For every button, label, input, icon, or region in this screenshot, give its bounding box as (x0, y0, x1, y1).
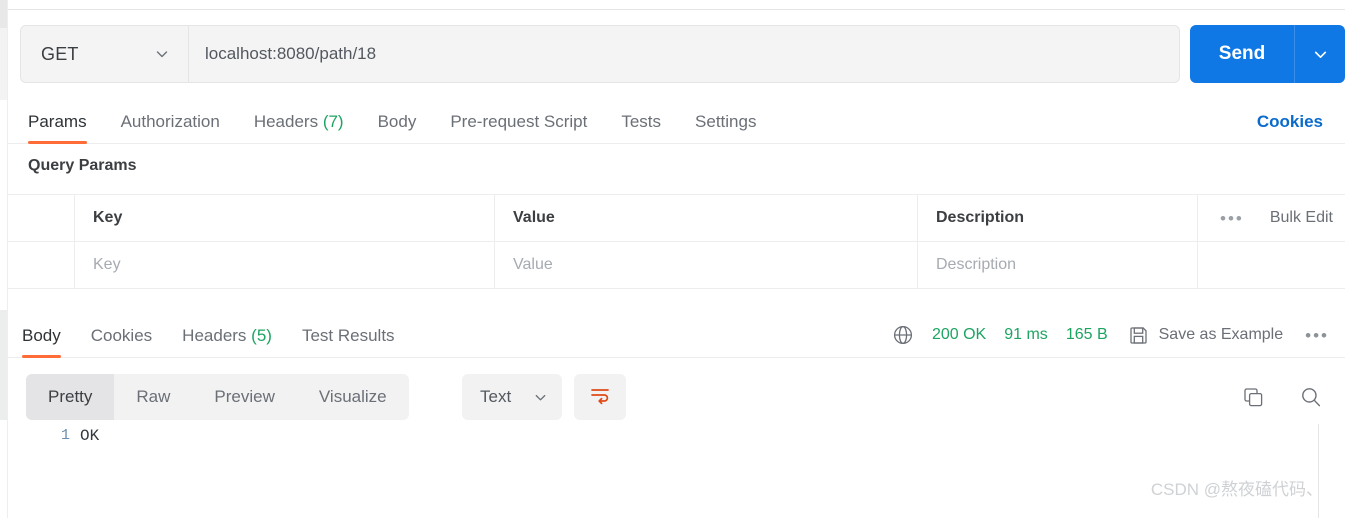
response-tab-cookies-label: Cookies (90, 326, 153, 345)
postman-request-response-panel: GET Send Params Authorization (0, 0, 1345, 518)
search-icon[interactable] (1299, 385, 1323, 409)
tab-body[interactable]: Body (378, 112, 417, 143)
copy-icon[interactable] (1242, 386, 1265, 409)
format-tab-raw-label: Raw (136, 387, 171, 406)
word-wrap-button[interactable] (574, 374, 626, 420)
tab-tests[interactable]: Tests (621, 112, 661, 143)
format-segmented-control: Pretty Raw Preview Visualize (26, 374, 409, 420)
response-time: 91 ms (1004, 326, 1048, 343)
response-status-bar: 200 OK 91 ms 165 B Save as Example ••• (872, 320, 1329, 350)
left-gutter-strip-response (0, 310, 7, 420)
header-checkbox-cell (8, 195, 75, 241)
tab-body-label: Body (377, 112, 417, 131)
request-tabs: Params Authorization Headers (7) Body Pr… (8, 100, 1345, 144)
tab-headers[interactable]: Headers (7) (254, 112, 344, 143)
header-description-cell: Description (918, 195, 1198, 241)
ellipsis-icon[interactable]: ••• (1220, 210, 1244, 227)
viewer-actions (1242, 374, 1323, 420)
tab-settings-label: Settings (695, 112, 757, 131)
response-tab-cookies[interactable]: Cookies (91, 326, 152, 357)
tab-pre-request-script-label: Pre-request Script (450, 112, 588, 131)
description-input-placeholder: Description (936, 256, 1017, 273)
code-line: 1 OK (8, 424, 1345, 448)
query-params-title: Query Params (28, 157, 137, 174)
bulk-edit-button[interactable]: Bulk Edit (1270, 209, 1333, 227)
column-header-description: Description (936, 209, 1025, 226)
response-tab-headers-count: (5) (251, 326, 272, 345)
header-key-cell: Key (75, 195, 495, 241)
format-tab-visualize[interactable]: Visualize (297, 374, 409, 420)
query-params-table: Key Value Description ••• Bulk Edit Key … (8, 194, 1345, 289)
chevron-down-icon (1312, 46, 1329, 63)
chevron-down-icon (154, 46, 170, 62)
status-code: 200 OK (931, 326, 987, 343)
response-tab-headers-label: Headers (182, 326, 247, 345)
response-size: 165 B (1065, 326, 1108, 343)
row-key-cell[interactable]: Key (75, 242, 495, 288)
url-row: GET Send (20, 25, 1345, 83)
tab-headers-label: Headers (253, 112, 319, 131)
method-label: GET (41, 43, 79, 64)
format-tab-raw[interactable]: Raw (114, 374, 192, 420)
table-tools-cell: ••• Bulk Edit (1198, 195, 1345, 241)
response-tab-body[interactable]: Body (22, 326, 61, 358)
row-description-cell[interactable]: Description (918, 242, 1198, 288)
tab-pre-request-script[interactable]: Pre-request Script (450, 112, 587, 143)
table-row[interactable]: Key Value Description (8, 241, 1345, 289)
format-tab-visualize-label: Visualize (318, 387, 387, 406)
key-input-placeholder: Key (93, 256, 121, 273)
content-type-select[interactable]: Text (462, 374, 562, 420)
top-divider (8, 9, 1345, 10)
tab-params[interactable]: Params (28, 112, 87, 144)
response-tab-body-label: Body (22, 326, 61, 345)
send-label: Send (1218, 43, 1266, 64)
send-button-main[interactable]: Send (1190, 25, 1295, 83)
column-header-value: Value (513, 209, 555, 226)
globe-icon[interactable] (892, 324, 914, 346)
format-tab-pretty[interactable]: Pretty (26, 374, 115, 420)
format-tab-pretty-label: Pretty (48, 387, 93, 406)
tab-tests-label: Tests (621, 112, 662, 131)
row-tools-cell (1198, 242, 1345, 288)
tab-params-label: Params (28, 112, 87, 131)
save-as-example-button[interactable]: Save as Example (1159, 326, 1284, 344)
chevron-down-icon (533, 390, 548, 405)
url-box: GET (20, 25, 1180, 83)
row-value-cell[interactable]: Value (495, 242, 918, 288)
save-icon[interactable] (1128, 325, 1149, 346)
watermark: CSDN @熬夜磕代码、 (1150, 480, 1323, 499)
tab-authorization[interactable]: Authorization (121, 112, 220, 143)
response-format-toolbar: Pretty Raw Preview Visualize Text (8, 374, 1345, 420)
method-selector[interactable]: GET (21, 26, 189, 82)
line-content: OK (80, 427, 100, 445)
response-body-viewer[interactable]: 1 OK (8, 424, 1345, 518)
cookies-link[interactable]: Cookies (1257, 112, 1323, 132)
send-dropdown-button[interactable] (1295, 25, 1345, 83)
url-input[interactable] (189, 26, 1179, 82)
column-header-key: Key (93, 209, 123, 226)
response-tab-headers[interactable]: Headers (5) (182, 326, 272, 357)
format-tab-preview[interactable]: Preview (192, 374, 296, 420)
tab-headers-count: (7) (322, 112, 344, 131)
left-gutter-strip-top (0, 0, 7, 28)
ellipsis-icon[interactable]: ••• (1305, 327, 1329, 344)
viewer-divider (1318, 424, 1319, 518)
response-tab-test-results-label: Test Results (301, 326, 395, 345)
word-wrap-icon (589, 385, 611, 410)
content-type-label: Text (480, 387, 512, 406)
table-header-row: Key Value Description ••• Bulk Edit (8, 194, 1345, 241)
send-button[interactable]: Send (1190, 25, 1345, 83)
row-checkbox-cell[interactable] (8, 242, 75, 288)
header-value-cell: Value (495, 195, 918, 241)
tab-settings[interactable]: Settings (695, 112, 756, 143)
left-gutter-strip-middle (0, 28, 7, 100)
format-tab-preview-label: Preview (214, 387, 275, 406)
value-input-placeholder: Value (513, 256, 553, 273)
tab-authorization-label: Authorization (120, 112, 220, 131)
line-number: 1 (60, 427, 70, 444)
response-tab-test-results[interactable]: Test Results (302, 326, 395, 357)
